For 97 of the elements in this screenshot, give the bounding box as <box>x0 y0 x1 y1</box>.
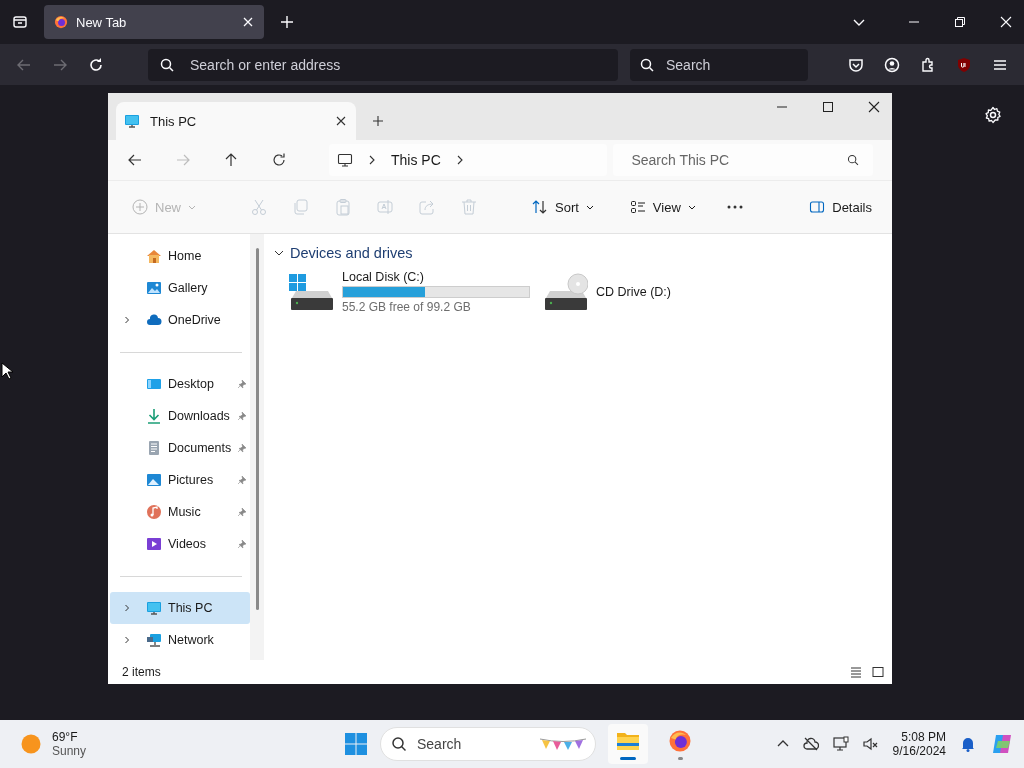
section-header[interactable]: Devices and drives <box>274 245 413 261</box>
clock-time[interactable]: 5:08 PM <box>901 730 946 744</box>
sort-button[interactable]: Sort <box>526 195 600 219</box>
pin-icon[interactable] <box>237 507 248 517</box>
details-view-icon[interactable] <box>850 666 862 678</box>
sidebar-item[interactable]: Pictures <box>110 464 251 496</box>
close-icon[interactable] <box>868 101 880 113</box>
weather-condition-text[interactable]: Sunny <box>52 744 87 758</box>
taskbar-search-field[interactable]: Search <box>380 727 596 761</box>
display-icon[interactable] <box>832 736 849 752</box>
explorer-tab[interactable]: This PC <box>116 102 356 140</box>
pin-icon[interactable] <box>237 443 248 453</box>
sidebar-item[interactable]: Documents <box>110 432 251 464</box>
extensions-icon[interactable] <box>920 56 936 73</box>
new-tab-icon[interactable] <box>372 115 384 127</box>
caret-icon <box>585 203 594 211</box>
copilot-icon[interactable] <box>990 732 1014 756</box>
browser-tab[interactable]: New Tab <box>44 5 264 39</box>
pictures-icon <box>146 472 162 488</box>
gallery-icon <box>146 280 162 296</box>
pin-icon[interactable] <box>237 475 248 485</box>
cloud-icon <box>146 312 162 328</box>
breadcrumb-item[interactable]: This PC <box>391 152 441 168</box>
music-icon <box>146 504 162 520</box>
search-input[interactable]: Search <box>415 735 531 753</box>
monitor-icon <box>146 600 162 616</box>
free-space-text: 55.2 GB free of 99.2 GB <box>342 300 472 314</box>
cursor-icon <box>1 362 13 380</box>
up-icon[interactable] <box>223 152 239 168</box>
video-icon <box>146 536 162 552</box>
drive-name[interactable]: CD Drive (D:) <box>596 285 671 299</box>
cloud-off-icon[interactable] <box>802 736 819 752</box>
hard-drive-icon[interactable] <box>288 273 334 311</box>
bell-icon[interactable] <box>960 736 976 752</box>
windows-logo-icon[interactable] <box>344 732 368 756</box>
search-icon <box>160 57 174 72</box>
sort-icon <box>532 199 548 215</box>
sidebar-item[interactable]: Videos <box>110 528 251 560</box>
bunting-icon <box>539 737 587 751</box>
sidebar-item[interactable]: Music <box>110 496 251 528</box>
caret-icon <box>687 203 696 211</box>
monitor-icon <box>337 152 353 168</box>
shield-icon[interactable] <box>956 56 972 73</box>
refresh-icon[interactable] <box>271 152 287 168</box>
search-input[interactable]: Search This PC <box>629 151 847 169</box>
muted-speaker-icon[interactable] <box>862 736 879 752</box>
sidebar-item[interactable]: Home <box>110 240 251 272</box>
sidebar-item[interactable]: This PC <box>110 592 251 624</box>
reload-icon[interactable] <box>88 56 104 73</box>
address-input[interactable]: Search or enter address <box>188 55 606 74</box>
sidebar-item[interactable]: Downloads <box>110 400 251 432</box>
close-icon[interactable] <box>336 116 346 126</box>
firefox-icon <box>54 15 68 29</box>
desktop-icon <box>146 376 162 392</box>
sidebar-item[interactable]: Desktop <box>110 368 251 400</box>
tab-list-icon[interactable] <box>12 14 28 30</box>
search-field[interactable]: Search This PC <box>613 144 873 176</box>
drive-name[interactable]: Local Disk (C:) <box>342 270 530 284</box>
pin-icon[interactable] <box>237 539 248 549</box>
restore-icon[interactable] <box>954 16 966 28</box>
document-icon <box>146 440 162 456</box>
address-bar[interactable]: This PC <box>329 144 608 176</box>
tiles-view-icon[interactable] <box>872 666 884 678</box>
house-icon <box>146 248 162 264</box>
pocket-icon[interactable] <box>848 56 864 73</box>
plus-circle-icon <box>132 199 148 215</box>
search-icon <box>391 736 407 752</box>
pin-icon[interactable] <box>237 379 248 389</box>
temperature-text[interactable]: 69°F <box>52 730 87 744</box>
scrollbar-thumb[interactable] <box>255 248 259 610</box>
search-icon <box>640 57 654 72</box>
chevron-right-icon[interactable] <box>367 155 377 165</box>
pin-icon[interactable] <box>237 411 248 421</box>
details-pane-icon <box>809 199 826 215</box>
details-button[interactable]: Details <box>803 195 878 219</box>
taskbar-app[interactable] <box>608 724 648 764</box>
network-icon <box>146 632 162 648</box>
status-text: 2 items <box>122 665 161 679</box>
sidebar-item[interactable]: OneDrive <box>110 304 251 336</box>
sidebar-item[interactable]: Gallery <box>110 272 251 304</box>
sidebar-item[interactable]: Network <box>110 624 251 656</box>
settings-icon[interactable] <box>984 106 1002 124</box>
search-field[interactable]: Search <box>630 48 808 81</box>
firefox-icon <box>668 728 692 753</box>
account-icon[interactable] <box>884 56 900 73</box>
list-view-icon <box>629 199 646 215</box>
clock-date[interactable]: 9/16/2024 <box>892 744 946 758</box>
download-icon <box>146 408 162 424</box>
caret-icon <box>188 203 196 211</box>
address-field[interactable]: Search or enter address <box>148 48 618 81</box>
view-button[interactable]: View <box>623 195 702 219</box>
cd-drive-icon[interactable] <box>542 273 588 311</box>
back-icon[interactable] <box>127 152 143 168</box>
search-input[interactable]: Search <box>664 55 798 74</box>
search-icon <box>847 154 859 166</box>
maximize-icon[interactable] <box>822 101 834 113</box>
monitor-icon <box>124 113 140 129</box>
